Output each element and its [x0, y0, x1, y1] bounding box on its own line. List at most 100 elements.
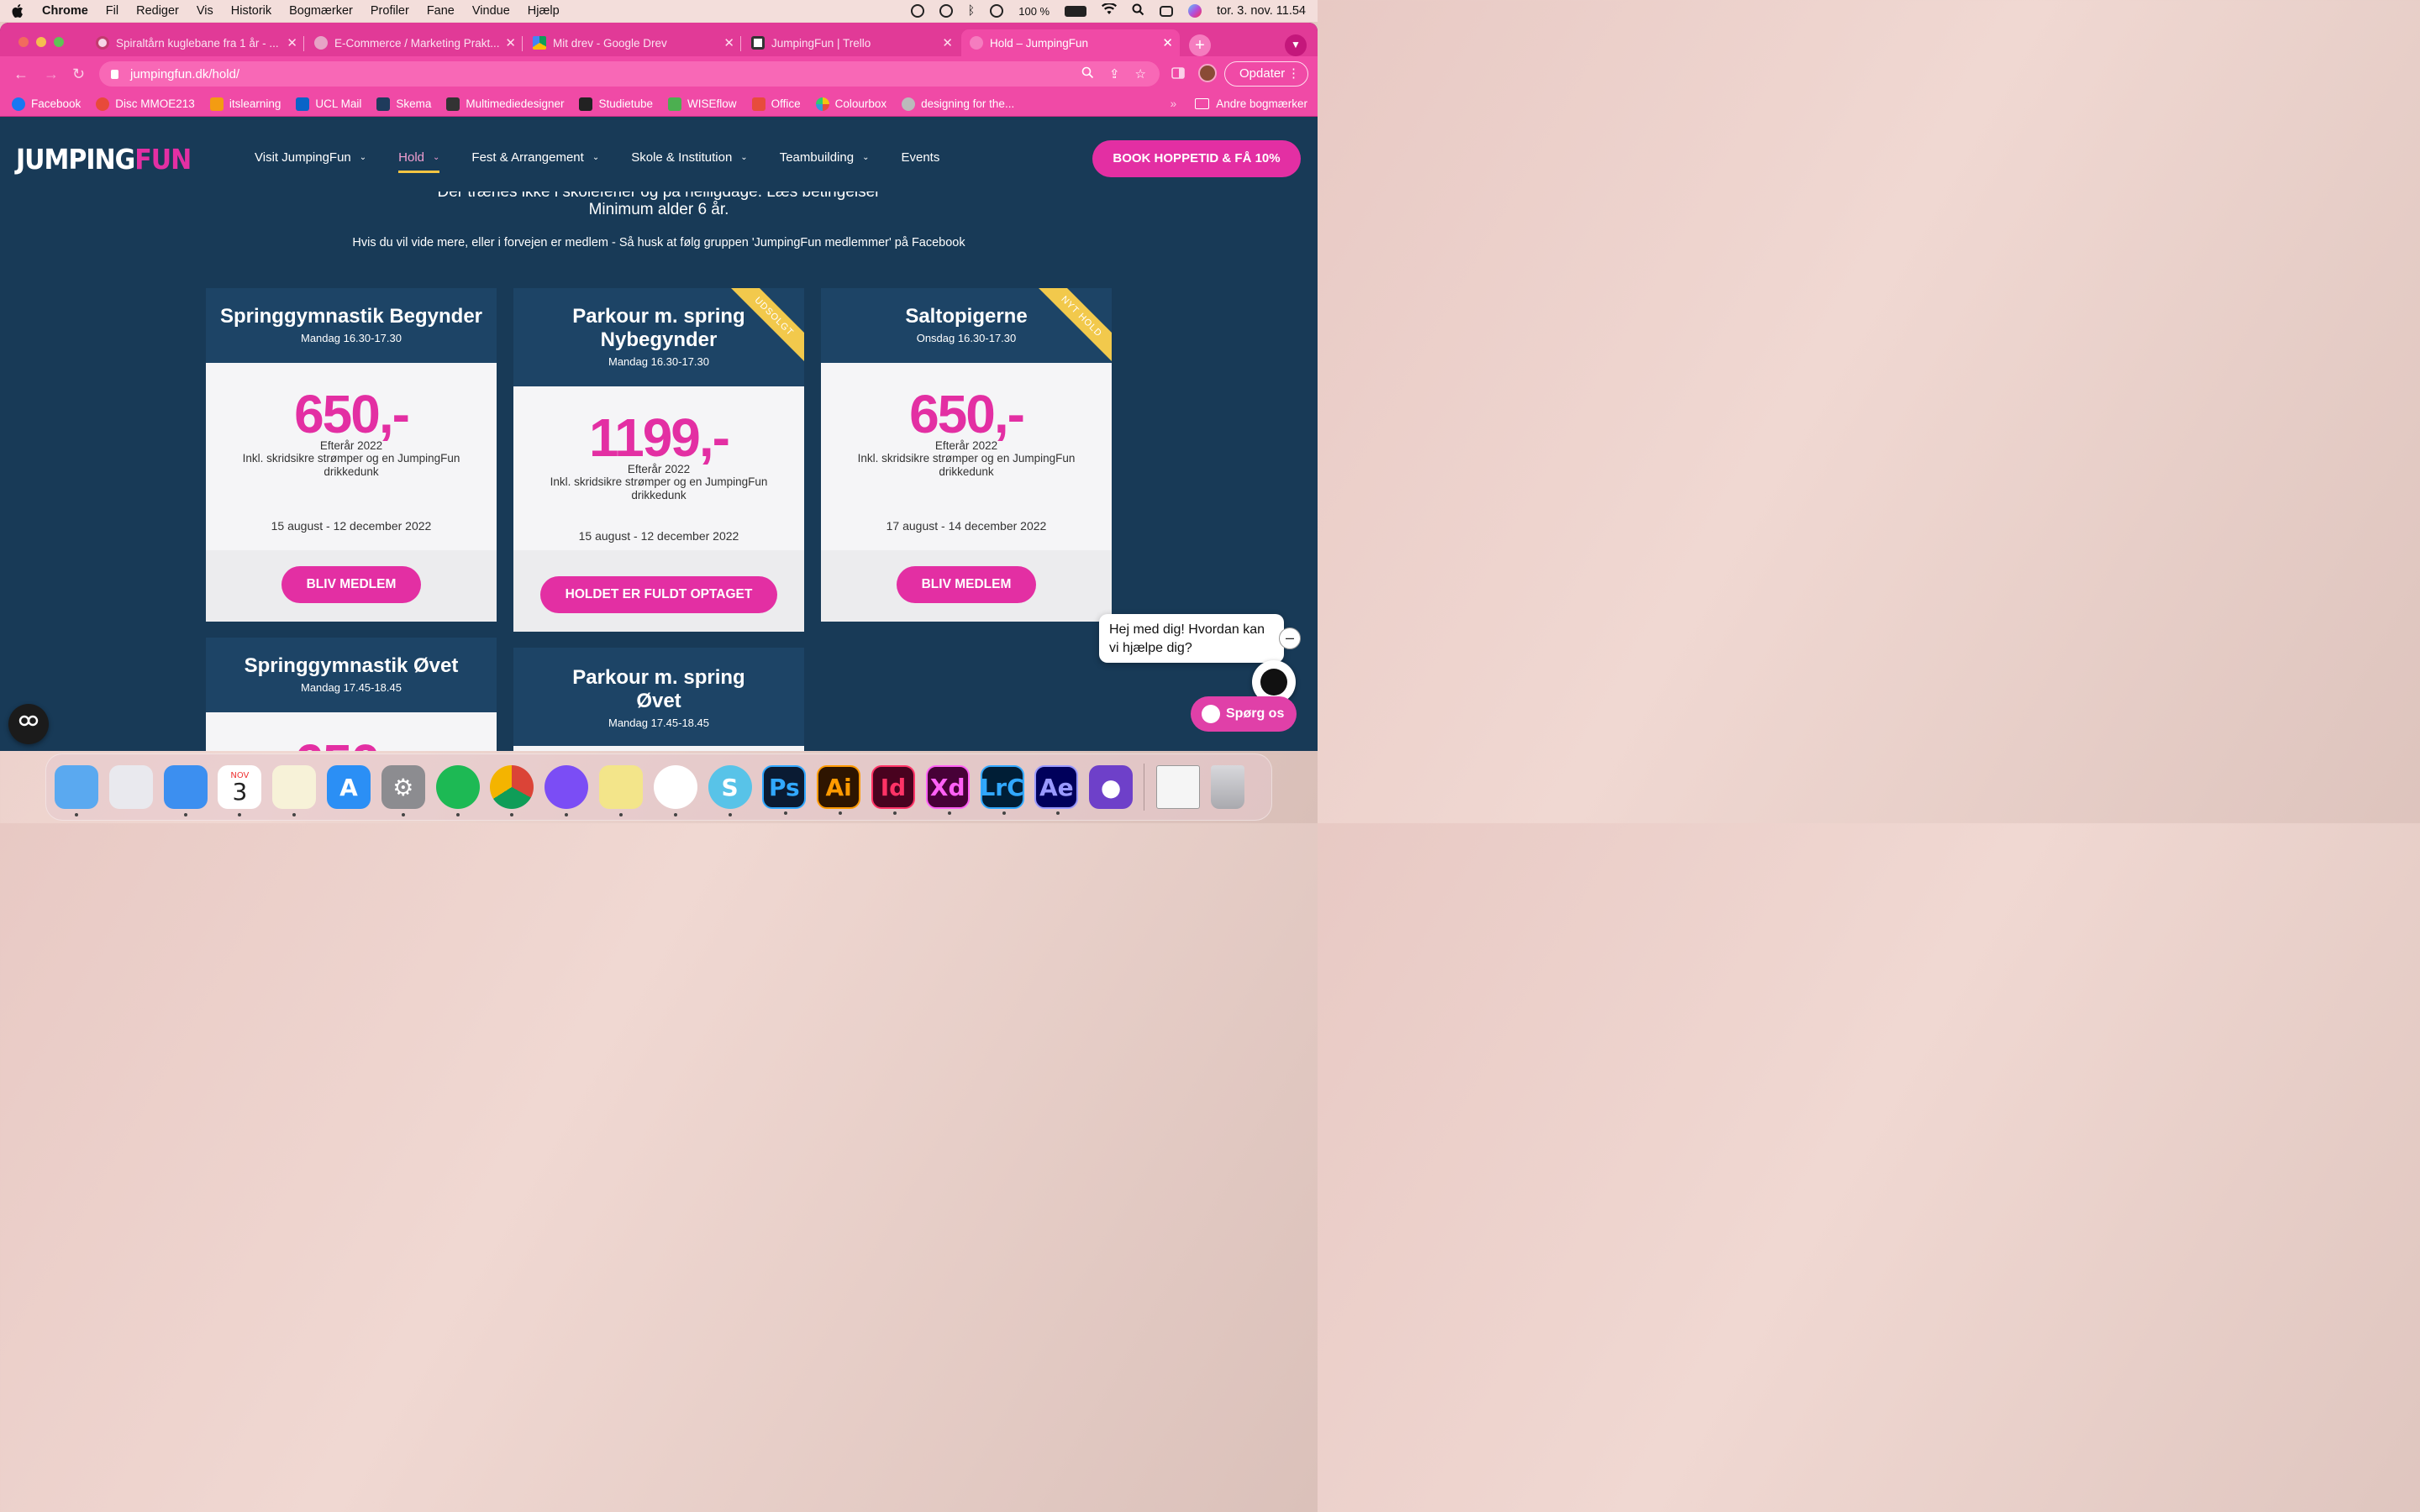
bookmark-ucl-mail[interactable]: UCL Mail	[296, 97, 361, 111]
nav-visit-jumpingfun[interactable]: Visit JumpingFun ⌄	[255, 150, 366, 165]
bluetooth-icon[interactable]: ᛒ	[968, 4, 976, 18]
close-tab-icon[interactable]: ✕	[942, 35, 953, 50]
play-icon[interactable]	[990, 4, 1004, 18]
bookmark-designing[interactable]: designing for the...	[902, 97, 1014, 111]
record-icon[interactable]	[939, 4, 953, 18]
bookmark-studietube[interactable]: Studietube	[579, 97, 653, 111]
control-center-icon[interactable]	[1160, 5, 1174, 17]
menu-fil[interactable]: Fil	[106, 4, 118, 18]
illustrator-icon[interactable]: Ai	[817, 765, 861, 815]
menu-hjaelp[interactable]: Hjælp	[528, 4, 560, 18]
stickies-icon[interactable]	[598, 765, 643, 816]
finder-icon[interactable]	[55, 765, 98, 816]
share-icon[interactable]: ⇪	[1109, 66, 1120, 82]
close-tab-icon[interactable]: ✕	[723, 35, 734, 50]
menu-bogmaerker[interactable]: Bogmærker	[289, 4, 353, 18]
bookmark-colourbox[interactable]: Colourbox	[815, 97, 886, 111]
menu-vis[interactable]: Vis	[197, 4, 213, 18]
zoom-window-button[interactable]	[54, 37, 64, 47]
accessibility-button[interactable]	[8, 704, 49, 744]
forward-arrow-icon[interactable]: →	[44, 66, 59, 83]
bookmark-facebook[interactable]: Facebook	[12, 97, 81, 111]
trash-icon[interactable]	[1210, 765, 1244, 809]
indesign-icon[interactable]: Id	[871, 765, 915, 815]
bookmark-itslearning[interactable]: itslearning	[209, 97, 281, 111]
menubar-clock[interactable]: tor. 3. nov. 11.54	[1217, 4, 1306, 18]
bliv-medlem-button[interactable]: BLIV MEDLEM	[896, 566, 1037, 603]
jumpingfun-logo[interactable]: JUMPINGFUN	[16, 144, 192, 176]
minimize-window-button[interactable]	[36, 37, 46, 47]
xd-icon[interactable]: Xd	[925, 765, 970, 815]
update-button[interactable]: Opdater ⋮	[1224, 61, 1308, 87]
bliv-medlem-button[interactable]: BLIV MEDLEM	[281, 566, 422, 603]
sketch-s-icon[interactable]: S	[708, 765, 752, 816]
tab-hold-jumpingfun[interactable]: Hold – JumpingFun ✕	[961, 29, 1180, 56]
menu-fane[interactable]: Fane	[427, 4, 455, 18]
menu-app-name[interactable]: Chrome	[42, 4, 88, 18]
launchpad-icon[interactable]	[108, 765, 153, 809]
running-indicator	[1056, 811, 1060, 815]
nav-fest-arrangement[interactable]: Fest & Arrangement ⌄	[471, 150, 599, 165]
chat-close-button[interactable]: –	[1279, 627, 1301, 649]
holdet-fuldt-optaget-button[interactable]: HOLDET ER FULDT OPTAGET	[539, 576, 778, 613]
bookmark-star-icon[interactable]: ☆	[1135, 66, 1146, 82]
spotify-icon[interactable]	[435, 765, 480, 816]
lock-icon[interactable]	[111, 69, 118, 79]
omnibox[interactable]: jumpingfun.dk/hold/ ⇪ ☆	[99, 61, 1160, 87]
other-bookmarks[interactable]: » Andre bogmærker	[1171, 97, 1307, 110]
app-store-icon[interactable]: A	[326, 765, 371, 809]
nav-hold[interactable]: Hold ⌄	[398, 150, 440, 173]
close-tab-icon[interactable]: ✕	[505, 35, 516, 50]
menu-profiler[interactable]: Profiler	[371, 4, 409, 18]
overflow-chevron-icon[interactable]: »	[1171, 97, 1177, 110]
messenger-icon[interactable]	[544, 765, 589, 816]
creative-cloud-icon[interactable]	[910, 4, 924, 18]
after-effects-icon[interactable]: Ae	[1034, 765, 1079, 815]
close-tab-icon[interactable]: ✕	[287, 35, 297, 50]
nav-skole-institution[interactable]: Skole & Institution ⌄	[631, 150, 747, 165]
calendar-icon[interactable]: NOV 3	[218, 765, 262, 816]
close-tab-icon[interactable]: ✕	[1162, 35, 1173, 50]
siri-icon[interactable]	[1188, 4, 1202, 18]
mail-icon[interactable]	[163, 765, 208, 816]
tab-ecommerce[interactable]: E-Commerce / Marketing Prakt... ✕	[306, 29, 523, 56]
menu-historik[interactable]: Historik	[231, 4, 271, 18]
tab-search-button[interactable]: ▼	[1285, 34, 1307, 56]
tab-spiraltarn[interactable]: Spiraltårn kuglebane fra 1 år - ... ✕	[87, 29, 304, 56]
photoshop-icon[interactable]: Ps	[762, 765, 807, 815]
wifi-icon[interactable]	[1102, 2, 1118, 18]
new-tab-button[interactable]: +	[1189, 34, 1211, 56]
menu-vindue[interactable]: Vindue	[472, 4, 510, 18]
lightroom-classic-icon[interactable]: LrC	[980, 765, 1024, 815]
sims-icon[interactable]	[653, 765, 697, 816]
tab-google-drive[interactable]: Mit drev - Google Drev ✕	[524, 29, 741, 56]
sporg-os-button[interactable]: Spørg os	[1191, 696, 1297, 732]
apple-icon[interactable]	[12, 4, 24, 18]
bookmark-office[interactable]: Office	[751, 97, 801, 111]
chat-greeting-bubble[interactable]: Hej med dig! Hvordan kan vi hjælpe dig?	[1099, 614, 1284, 663]
notes-icon[interactable]	[272, 765, 317, 816]
system-preferences-icon[interactable]: ⚙	[381, 765, 425, 816]
profile-avatar[interactable]	[1198, 64, 1217, 82]
bookmark-multimediedesigner[interactable]: Multimediedesigner	[446, 97, 564, 111]
bookmark-wiseflow[interactable]: WISEflow	[668, 97, 737, 111]
tab-trello[interactable]: JumpingFun | Trello ✕	[743, 29, 960, 56]
nav-events[interactable]: Events	[901, 150, 939, 165]
spotlight-search-icon[interactable]	[1132, 3, 1144, 19]
url-text[interactable]: jumpingfun.dk/hold/	[130, 67, 239, 81]
reload-icon[interactable]: ↻	[72, 66, 85, 83]
more-menu-icon[interactable]: ⋮	[1287, 62, 1300, 86]
nav-teambuilding[interactable]: Teambuilding ⌄	[780, 150, 870, 165]
recent-file-thumbnail[interactable]	[1155, 765, 1200, 809]
github-desktop-icon[interactable]: ●	[1089, 765, 1134, 809]
close-window-button[interactable]	[18, 37, 29, 47]
book-hoppetid-button[interactable]: BOOK HOPPETID & FÅ 10%	[1092, 140, 1301, 177]
zoom-icon[interactable]	[1081, 66, 1094, 82]
side-panel-icon[interactable]	[1171, 66, 1185, 84]
battery-icon[interactable]	[1065, 5, 1087, 17]
bookmark-skema[interactable]: Skema	[376, 97, 431, 111]
chrome-icon[interactable]	[490, 765, 534, 816]
menu-rediger[interactable]: Rediger	[136, 4, 179, 18]
bookmark-disc[interactable]: Disc MMOE213	[96, 97, 195, 111]
back-arrow-icon[interactable]: ←	[13, 66, 29, 83]
